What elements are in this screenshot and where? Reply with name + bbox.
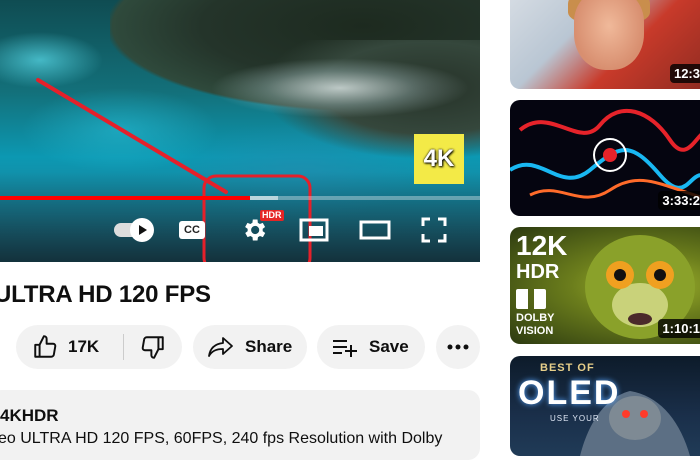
theater-mode-button[interactable] xyxy=(356,214,394,246)
progress-played xyxy=(0,196,250,200)
related-video-thumbnail-1[interactable]: 12:3 xyxy=(510,0,700,89)
related-video-thumbnail-3[interactable]: 12K HDR DOLBY VISION 1:10:1 xyxy=(510,227,700,344)
thumbnail-hdr-label: HDR xyxy=(516,261,560,283)
save-label: Save xyxy=(369,337,409,356)
video-frame-surf xyxy=(210,58,470,118)
share-icon xyxy=(208,337,233,357)
related-video-thumbnail-2[interactable]: 3:33:2 xyxy=(510,100,700,216)
autoplay-toggle[interactable] xyxy=(108,214,156,246)
thumbs-up-icon xyxy=(34,335,57,358)
add-to-playlist-icon xyxy=(333,340,357,357)
miniplayer-icon xyxy=(299,218,329,242)
hdr-badge: HDR xyxy=(260,210,284,221)
related-video-thumbnail-4[interactable]: BEST OF OLED USE YOUR xyxy=(510,356,700,456)
description-text: eo ULTRA HD 120 FPS, 60FPS, 240 fps Reso… xyxy=(0,430,443,447)
fullscreen-button[interactable] xyxy=(418,214,450,246)
video-player[interactable]: 4K CC HDR xyxy=(0,0,480,262)
thumbnail-resolution-label: 12K xyxy=(516,230,568,261)
dislike-button[interactable] xyxy=(124,325,182,369)
video-duration: 12:3 xyxy=(669,64,700,83)
dolby-vision-logo: DOLBY VISION xyxy=(516,289,566,337)
miniplayer-button[interactable] xyxy=(296,214,332,246)
4k-watermark: 4K xyxy=(414,134,464,184)
thumbnail-best-of-label: BEST OF xyxy=(540,362,595,374)
progress-buffered xyxy=(249,196,279,200)
thumbnail-sub-label: USE YOUR xyxy=(550,414,600,423)
share-label: Share xyxy=(245,337,293,356)
theater-mode-icon xyxy=(359,220,391,240)
progress-bar[interactable] xyxy=(0,196,480,200)
more-actions-button[interactable] xyxy=(436,325,480,369)
like-button[interactable]: 17K xyxy=(16,325,123,369)
video-duration: 3:33:2 xyxy=(658,191,700,210)
autoplay-toggle-icon xyxy=(130,218,154,242)
closed-captions-icon: CC xyxy=(179,221,205,239)
like-dislike-group: 17K xyxy=(16,325,182,369)
share-button[interactable]: Share xyxy=(193,325,307,369)
dolby-icon xyxy=(516,289,546,309)
thumbnail-person xyxy=(574,0,644,70)
save-button[interactable]: Save xyxy=(317,325,425,369)
fullscreen-icon xyxy=(421,217,447,243)
description-box[interactable] xyxy=(0,390,480,460)
like-count: 17K xyxy=(68,337,100,356)
thumbs-down-icon xyxy=(141,336,164,359)
closed-captions-button[interactable]: CC xyxy=(176,214,208,246)
video-title: ULTRA HD 120 FPS xyxy=(0,281,211,308)
video-duration: 1:10:1 xyxy=(658,319,700,338)
description-hashtag[interactable]: 4KHDR xyxy=(0,406,59,426)
more-horizontal-icon xyxy=(447,344,469,350)
thumbnail-oled-label: OLED xyxy=(518,374,621,412)
